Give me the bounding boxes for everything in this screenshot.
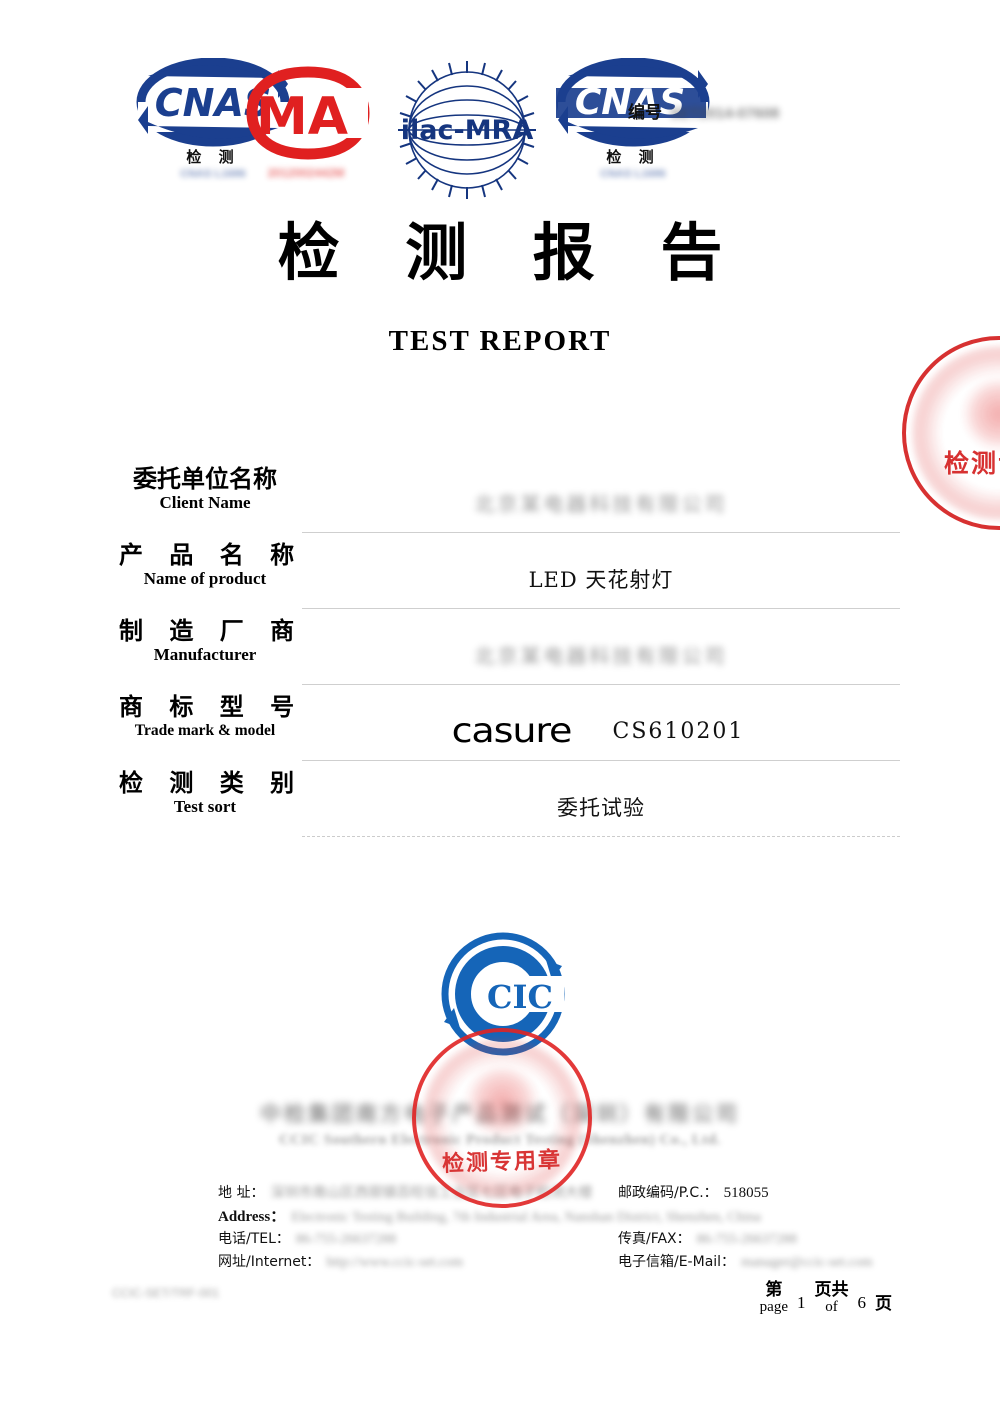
contact-row-address-cn: 地 址： 深圳市南山区西丽镇百旺信工业区七区电子检测大楼 邮政编码/P.C.： 51…: [218, 1182, 898, 1205]
seal-top-star: [964, 379, 1000, 450]
tel-label: 电话/TEL：: [218, 1231, 290, 1247]
label-manufacturer: 制 造 厂 商 Manufacturer: [110, 618, 300, 665]
label-client-name-en: Client Name: [159, 492, 251, 512]
seal-top-right: 检测专用章: [902, 336, 1000, 530]
label-manufacturer-en: Manufacturer: [153, 644, 257, 664]
label-client-name-cn: 委托单位名称: [133, 465, 277, 493]
company-name-cn: 中检集团南方电子产品测试（深圳）有限公司: [260, 1102, 740, 1126]
report-number-label: 编号: [628, 103, 662, 123]
cnas-code-right: CNAS L1686: [600, 168, 666, 180]
label-test-sort: 检 测 类 别 Test sort: [110, 770, 300, 817]
page-current-number: 1: [797, 1292, 806, 1312]
address-en-group: Address： Electronic Testing Building, 7th…: [218, 1205, 761, 1226]
page-label-group: 第 page: [759, 1280, 788, 1316]
value-test-sort-text: 委托试验: [557, 796, 645, 820]
label-product-name-cn: 产 品 名 称: [119, 541, 304, 569]
value-product-name-text: LED 天花射灯: [528, 568, 674, 592]
form-row-product-name: 产 品 名 称 Name of product LED 天花射灯: [110, 542, 900, 618]
ilac-mra-logo: ilac-MRA: [392, 55, 542, 205]
value-manufacturer: 北京某电器科技有限公司: [302, 626, 900, 685]
trademark-line: casure CS610201: [302, 702, 900, 760]
internet-value: http://www.ccic-set.com: [326, 1255, 464, 1270]
page-title-en: TEST REPORT: [388, 325, 612, 357]
form-row-trademark-model: 商 标 型 号 Trade mark & model casure CS6102…: [110, 694, 900, 770]
value-client-name-text: 北京某电器科技有限公司: [474, 492, 728, 516]
value-trademark-model: casure CS610201: [302, 702, 900, 761]
cma-emblem-icon: MA: [246, 66, 370, 160]
pagination-block: 第 page 1 页共 of 6 页: [759, 1280, 892, 1316]
cic-company-logo: CIC: [428, 926, 578, 1066]
tel-group: 电话/TEL： 86-755-26637288: [218, 1228, 396, 1248]
fax-value: 86-755-26637288: [696, 1232, 797, 1247]
form-row-client-name: 委托单位名称 Client Name 北京某电器科技有限公司: [110, 466, 900, 542]
postcode-label: 邮政编码/P.C.：: [618, 1185, 718, 1201]
of-label-en: of: [825, 1298, 838, 1315]
svg-text:MA: MA: [256, 87, 348, 147]
value-client-name: 北京某电器科技有限公司: [302, 474, 900, 533]
email-label: 电子信箱/E-Mail：: [618, 1254, 736, 1270]
postcode-value: 518055: [723, 1185, 769, 1201]
cma-logo: MA 2012002442M: [246, 66, 370, 186]
page-total-number: 6: [857, 1292, 867, 1312]
label-test-sort-en: Test sort: [173, 796, 237, 816]
report-number-value: SET2014-07608: [670, 104, 780, 122]
svg-text:CIC: CIC: [487, 978, 553, 1016]
address-label-cn: 地 址：: [218, 1185, 265, 1201]
page-label-cn: 第: [765, 1280, 783, 1300]
value-manufacturer-text: 北京某电器科技有限公司: [474, 644, 728, 668]
label-product-name-en: Name of product: [143, 568, 267, 588]
document-code: CCIC-SET/TRF-001: [112, 1286, 220, 1300]
contact-row-address-en: Address： Electronic Testing Building, 7th…: [218, 1205, 898, 1228]
label-test-sort-cn: 检 测 类 别: [119, 769, 304, 797]
seal-top-inner-ring: [912, 346, 1000, 520]
accreditation-logo-bar: CNAS 检 测 CNAS L1686 MA 2012002442M ilac-…: [0, 0, 1000, 200]
fax-group: 传真/FAX： 86-755-26637288: [618, 1228, 797, 1248]
test-report-page: CNAS 检 测 CNAS L1686 MA 2012002442M ilac-…: [0, 0, 1000, 1414]
postcode-group: 邮政编码/P.C.： 518055: [618, 1182, 769, 1202]
seal-top-text: 检测专用章: [944, 449, 1000, 478]
email-group: 电子信箱/E-Mail： manager@ccic-set.com: [618, 1251, 873, 1271]
value-test-sort: 委托试验: [302, 778, 900, 837]
label-product-name: 产 品 名 称 Name of product: [110, 542, 300, 589]
contact-row-internet-email: 网址/Internet： http://www.ccic-set.com 电子信箱…: [218, 1251, 898, 1274]
svg-text:ilac-MRA: ilac-MRA: [401, 115, 534, 146]
of-label-cn: 页共: [814, 1280, 849, 1300]
company-name-block: 中检集团南方电子产品测试（深圳）有限公司 CCIC Southern Elect…: [0, 1098, 1000, 1149]
address-label-en: Address：: [218, 1209, 286, 1225]
tel-value: 86-755-26637288: [295, 1232, 397, 1247]
page-unit-cn: 页: [875, 1293, 892, 1314]
brand-logo-casure: casure: [451, 711, 572, 751]
label-trademark-model: 商 标 型 号 Trade mark & model: [110, 694, 300, 739]
internet-label: 网址/Internet：: [218, 1254, 321, 1270]
label-trademark-model-en: Trade mark & model: [134, 721, 276, 739]
of-label-group: 页共 of: [814, 1280, 849, 1316]
cma-code: 2012002442M: [267, 166, 345, 180]
address-value-cn: 深圳市南山区西丽镇百旺信工业区七区电子检测大楼: [270, 1186, 593, 1201]
contact-row-tel-fax: 电话/TEL： 86-755-26637288 传真/FAX： 86-755-266…: [218, 1228, 898, 1251]
ilac-mra-globe-icon: ilac-MRA: [398, 61, 536, 199]
cnas-subtitle-right: 检 测: [606, 148, 660, 166]
model-number-text: CS610201: [612, 718, 745, 744]
report-number: 编号 SET2014-07608: [628, 98, 779, 123]
form-row-manufacturer: 制 造 厂 商 Manufacturer 北京某电器科技有限公司: [110, 618, 900, 694]
page-title-cn: 检 测 报 告: [277, 216, 745, 289]
cic-emblem-icon: CIC: [441, 932, 565, 1056]
label-client-name: 委托单位名称 Client Name: [110, 466, 300, 513]
report-info-form: 委托单位名称 Client Name 北京某电器科技有限公司 产 品 名 称 N…: [110, 466, 900, 846]
internet-group: 网址/Internet： http://www.ccic-set.com: [218, 1251, 463, 1271]
page-label-en: page: [759, 1298, 788, 1315]
address-cn-group: 地 址： 深圳市南山区西丽镇百旺信工业区七区电子检测大楼: [218, 1182, 592, 1202]
value-product-name: LED 天花射灯: [302, 550, 900, 609]
fax-label: 传真/FAX：: [618, 1231, 691, 1247]
label-manufacturer-cn: 制 造 厂 商: [119, 617, 304, 645]
email-value: manager@ccic-set.com: [741, 1255, 873, 1270]
form-row-test-sort: 检 测 类 别 Test sort 委托试验: [110, 770, 900, 846]
contact-info-block: 地 址： 深圳市南山区西丽镇百旺信工业区七区电子检测大楼 邮政编码/P.C.： 51…: [218, 1182, 898, 1274]
company-name-en: CCIC Southern Electronic Product Testing…: [279, 1132, 721, 1148]
address-value-en: Electronic Testing Building, 7th Industr…: [291, 1210, 761, 1225]
label-trademark-model-cn: 商 标 型 号: [119, 693, 304, 721]
